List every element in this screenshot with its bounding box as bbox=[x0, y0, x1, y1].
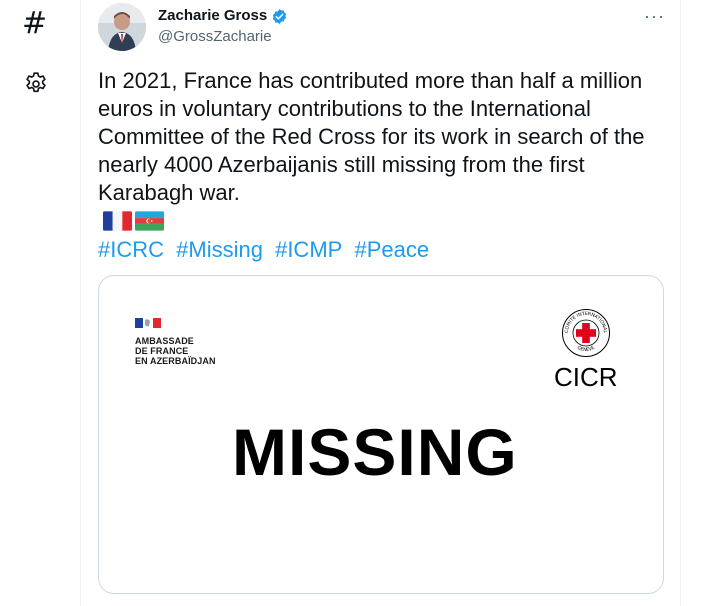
hashtag-missing[interactable]: #Missing bbox=[176, 237, 263, 262]
hashtag-icmp[interactable]: #ICMP bbox=[275, 237, 342, 262]
flag-azerbaijan-icon bbox=[135, 211, 164, 231]
more-options-icon[interactable]: ··· bbox=[644, 7, 666, 25]
embassy-line-3: EN AZERBAÏDJAN bbox=[135, 356, 216, 366]
embassy-logo: AMBASSADE DE FRANCE EN AZERBAÏDJAN bbox=[135, 315, 216, 366]
avatar[interactable] bbox=[98, 3, 146, 51]
left-nav-rail: # bbox=[0, 0, 80, 606]
embassy-line-2: DE FRANCE bbox=[135, 346, 189, 356]
hash-icon[interactable]: # bbox=[22, 8, 50, 40]
tweet-media-image[interactable]: AMBASSADE DE FRANCE EN AZERBAÏDJAN COMIT… bbox=[98, 275, 664, 594]
hashtag-row: #ICRC #Missing #ICMP #Peace bbox=[98, 236, 429, 264]
icrc-label: CICR bbox=[554, 362, 618, 392]
embassy-line-1: AMBASSADE bbox=[135, 336, 194, 346]
author-handle[interactable]: @GrossZacharie bbox=[158, 28, 272, 46]
hashtag-icrc[interactable]: #ICRC bbox=[98, 237, 164, 262]
column-divider-right bbox=[680, 0, 681, 606]
tweet-text: In 2021, France has contributed more tha… bbox=[98, 68, 645, 205]
flag-france-icon bbox=[103, 211, 132, 231]
marianne-logo-icon bbox=[135, 318, 161, 328]
verified-badge-icon bbox=[272, 9, 287, 24]
red-cross-emblem-icon: COMITE INTERNATIONAL GENEVE bbox=[562, 309, 610, 357]
column-divider bbox=[80, 0, 81, 606]
avatar-image bbox=[98, 3, 146, 51]
hashtag-peace[interactable]: #Peace bbox=[354, 237, 429, 262]
missing-headline: MISSING bbox=[232, 415, 518, 489]
gear-icon[interactable] bbox=[23, 71, 49, 97]
author-name[interactable]: Zacharie Gross bbox=[158, 7, 267, 25]
